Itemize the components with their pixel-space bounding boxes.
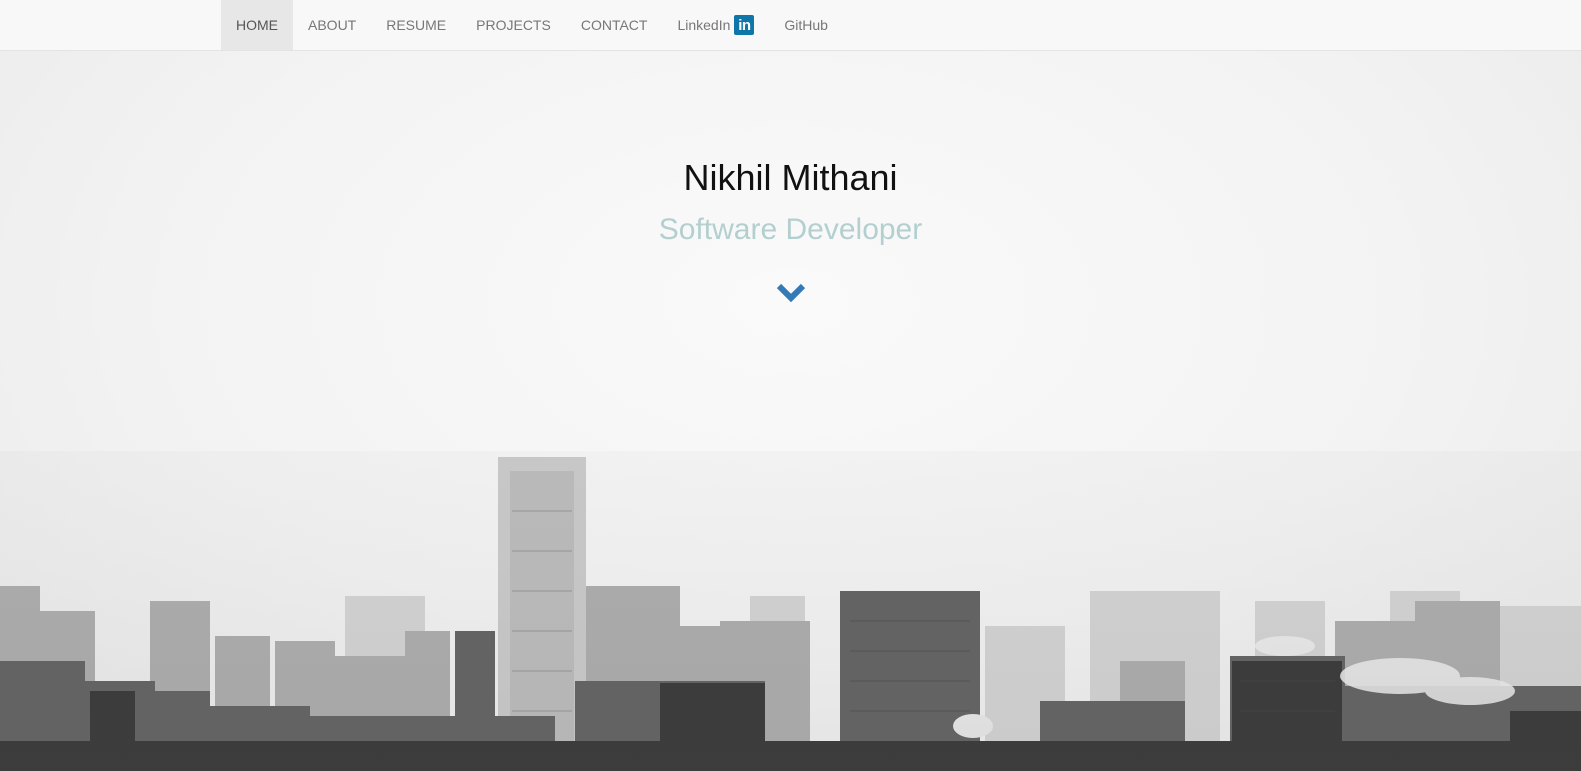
nav-linkedin[interactable]: LinkedIn in <box>662 0 769 50</box>
top-navbar: HOME ABOUT RESUME PROJECTS CONTACT Linke… <box>0 0 1581 51</box>
linkedin-icon: in <box>734 15 755 35</box>
hero-text: Nikhil Mithani Software Developer <box>0 157 1581 248</box>
hero-section: Nikhil Mithani Software Developer <box>0 51 1581 771</box>
nav-home[interactable]: HOME <box>221 0 293 50</box>
nav-menu: HOME ABOUT RESUME PROJECTS CONTACT Linke… <box>221 0 843 50</box>
nav-github[interactable]: GitHub <box>769 0 843 50</box>
city-skyline-image <box>0 451 1581 771</box>
hero-name: Nikhil Mithani <box>683 157 898 198</box>
nav-projects[interactable]: PROJECTS <box>461 0 566 50</box>
chevron-down-icon[interactable] <box>776 281 806 305</box>
nav-contact[interactable]: CONTACT <box>566 0 663 50</box>
hero-role: Software Developer <box>658 213 923 246</box>
nav-linkedin-label: LinkedIn <box>677 17 731 33</box>
nav-resume[interactable]: RESUME <box>371 0 461 50</box>
nav-about[interactable]: ABOUT <box>293 0 371 50</box>
